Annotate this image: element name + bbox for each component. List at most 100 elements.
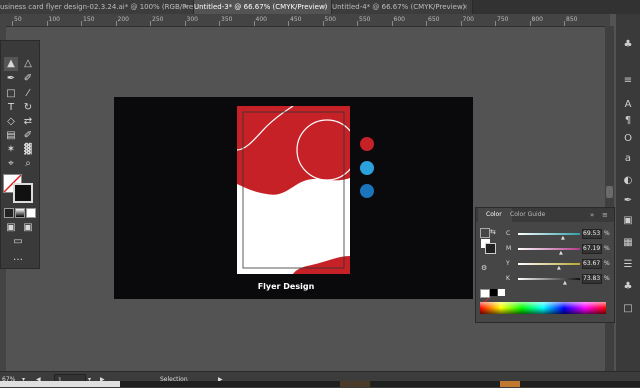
black-label: K <box>506 275 510 282</box>
white-swatch[interactable] <box>498 289 505 296</box>
tab-untitled-3[interactable]: Untitled-3* @ 66.67% (CMYK/Preview) × <box>194 0 332 14</box>
symbol-sprayer-tool-icon[interactable]: ✶ <box>4 143 18 157</box>
color-spectrum[interactable] <box>480 302 606 314</box>
align-icon[interactable]: ≡ <box>620 74 636 88</box>
magenta-slider[interactable] <box>518 248 580 250</box>
close-icon[interactable]: × <box>321 0 327 14</box>
ruler-tick <box>115 21 117 26</box>
collapse-icon[interactable]: » <box>590 208 594 222</box>
yellow-slider-thumb[interactable]: ▲ <box>557 265 561 271</box>
none-mode-icon[interactable] <box>26 208 36 218</box>
artboard-tool-icon[interactable]: ⌖ <box>4 157 18 171</box>
tab-business-card[interactable]: usiness card flyer design-02.3.24.ai* @ … <box>0 0 194 14</box>
pen-tool-icon[interactable]: ✒ <box>4 72 18 86</box>
paragraph-icon[interactable]: ¶ <box>620 114 636 128</box>
rectangle-tool-icon[interactable]: □ <box>4 87 18 101</box>
ruler-label: 850 <box>566 16 578 23</box>
none-swatch[interactable] <box>480 289 490 306</box>
taskbar-item[interactable] <box>500 381 520 387</box>
light-blue-dot[interactable] <box>360 161 374 175</box>
flyer-bottom-blob <box>293 256 350 274</box>
ruler-label: 750 <box>497 16 509 23</box>
yellow-label: Y <box>506 260 510 267</box>
tab-color[interactable]: Color <box>478 208 512 222</box>
color-panel-icon[interactable]: ▣ <box>620 214 636 228</box>
black-slider-thumb[interactable]: ▲ <box>563 280 567 286</box>
brushes-icon[interactable]: ☰ <box>620 258 636 272</box>
eyedropper-tool-icon[interactable]: ✐ <box>21 129 35 143</box>
ruler-tick <box>322 21 324 26</box>
ruler-label: 150 <box>83 16 95 23</box>
rotate-tool-icon[interactable]: ↻ <box>21 101 35 115</box>
gradient-tool-icon[interactable]: ▤ <box>4 129 18 143</box>
tab-label: Untitled-4* @ 66.67% (CMYK/Preview) <box>332 3 466 11</box>
ruler-tick <box>81 21 82 26</box>
tab-label: Untitled-3* @ 66.67% (CMYK/Preview) <box>194 3 328 11</box>
draw-inside-icon[interactable]: ▣ <box>21 221 35 235</box>
pen-icon[interactable]: ✒ <box>620 194 636 208</box>
swap-colors-icon[interactable]: ⇆ <box>490 228 496 236</box>
ruler-tick <box>12 21 13 26</box>
ruler-tick <box>253 21 255 26</box>
draw-normal-icon[interactable]: ▣ <box>4 221 18 235</box>
color-mode-icon[interactable] <box>4 208 14 218</box>
gradient-mode-icon[interactable] <box>15 208 25 218</box>
magenta-slider-thumb[interactable]: ▲ <box>559 250 563 256</box>
type-tool-icon[interactable]: T <box>4 101 18 115</box>
paintbrush-tool-icon[interactable]: ⁄ <box>21 87 35 101</box>
libraries-icon[interactable]: ♣ <box>620 38 636 52</box>
percent-label: % <box>604 275 610 282</box>
tab-untitled-4[interactable]: Untitled-4* @ 66.67% (CMYK/Preview) × <box>332 0 473 14</box>
curvature-tool-icon[interactable]: ✐ <box>21 72 35 86</box>
ruler-label: 450 <box>290 16 302 23</box>
flyer-artwork[interactable] <box>237 106 350 274</box>
glyphs-icon[interactable]: a <box>620 152 636 166</box>
out-of-gamut-icon[interactable]: ⚙ <box>481 264 487 272</box>
ruler-label: 550 <box>359 16 371 23</box>
more-tools-icon[interactable]: … <box>11 251 25 265</box>
ruler-tick <box>529 21 531 26</box>
zoom-tool-icon[interactable]: ⌕ <box>21 157 35 171</box>
flyer-title[interactable]: Flyer Design <box>250 282 322 291</box>
reflect-tool-icon[interactable]: ⇄ <box>21 115 35 129</box>
ruler-label: 250 <box>152 16 164 23</box>
direct-selection-tool-icon[interactable]: △ <box>21 57 35 71</box>
screen-mode-icon[interactable]: ▭ <box>11 235 25 249</box>
eraser-tool-icon[interactable]: ◇ <box>4 115 18 129</box>
black-value-input[interactable]: 73.83 <box>582 274 602 284</box>
magenta-value-input[interactable]: 67.19 <box>582 244 602 254</box>
cyan-slider[interactable] <box>518 233 580 235</box>
tab-color-guide[interactable]: Color Guide <box>510 208 558 222</box>
swatches-icon[interactable]: ▦ <box>620 236 636 250</box>
character-icon[interactable]: A <box>620 98 636 112</box>
stroke-swatch[interactable] <box>13 183 33 203</box>
taskbar-item[interactable] <box>340 381 370 387</box>
ruler-tick <box>460 21 462 26</box>
ruler-tick <box>391 21 393 26</box>
black-swatch[interactable] <box>490 289 497 296</box>
panel-menu-icon[interactable]: ≡ <box>602 208 608 222</box>
default-colors-icon[interactable] <box>480 228 490 238</box>
red-dot[interactable] <box>360 137 374 151</box>
transparency-icon[interactable]: ◐ <box>620 174 636 188</box>
blue-dot[interactable] <box>360 184 374 198</box>
graph-tool-icon[interactable]: ▓ <box>21 143 35 157</box>
appearance-icon[interactable]: □ <box>620 302 636 316</box>
yellow-value-input[interactable]: 63.67 <box>582 259 602 269</box>
ruler-label: 800 <box>531 16 543 23</box>
scroll-thumb[interactable] <box>606 186 613 198</box>
stroke-swatch-mini[interactable] <box>485 243 496 254</box>
spectrum-shadow <box>480 308 606 314</box>
taskbar-item[interactable] <box>0 381 120 387</box>
close-icon[interactable]: × <box>183 0 189 14</box>
symbols-icon[interactable]: ♣ <box>620 280 636 294</box>
cyan-value-input[interactable]: 69.53 <box>582 229 602 239</box>
black-slider[interactable] <box>518 278 580 280</box>
yellow-slider[interactable] <box>518 263 580 265</box>
selection-tool-icon[interactable]: ▲ <box>4 57 18 71</box>
percent-label: % <box>604 260 610 267</box>
right-dock: ♣ ≡ A ¶ O a ◐ ✒ ▣ ▦ ☰ ♣ □ <box>616 14 640 371</box>
close-icon[interactable]: × <box>462 0 468 14</box>
cyan-slider-thumb[interactable]: ▲ <box>561 235 565 241</box>
opentype-icon[interactable]: O <box>620 132 636 146</box>
